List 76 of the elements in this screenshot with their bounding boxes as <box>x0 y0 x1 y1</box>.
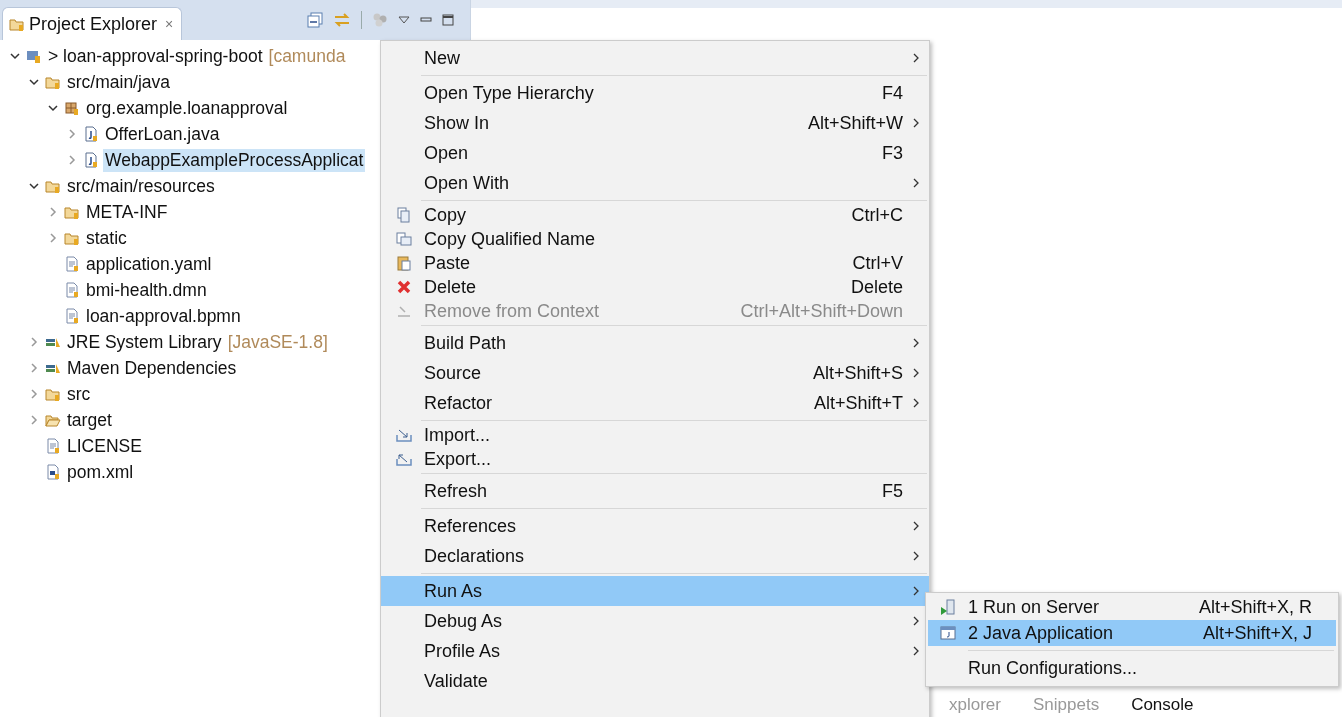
menu-item[interactable]: Show In Alt+Shift+W <box>381 108 929 138</box>
file-icon <box>64 308 80 324</box>
menu-item[interactable]: Delete Delete <box>381 275 929 299</box>
tree-item[interactable]: src/main/java <box>65 70 173 94</box>
link-icon[interactable] <box>333 12 351 28</box>
tree-item[interactable]: loan-approval.bpmn <box>84 304 243 328</box>
menu-item[interactable]: New <box>381 43 929 73</box>
file-icon <box>64 282 80 298</box>
view-title: Project Explorer <box>29 13 158 35</box>
tree-item[interactable]: src/main/resources <box>65 174 217 198</box>
tree-item[interactable]: WebappExampleProcessApplicat <box>103 148 366 172</box>
xml-file-icon <box>45 464 61 480</box>
view-menu-icon[interactable] <box>398 15 410 25</box>
tree-item[interactable]: META-INF <box>84 200 170 224</box>
tree-item[interactable]: > loan-approval-spring-boot <box>46 44 265 68</box>
menu-item[interactable]: Profile As <box>381 636 929 666</box>
folder-icon <box>64 204 80 220</box>
menu-item[interactable]: Validate <box>381 666 929 696</box>
paste-icon <box>395 255 412 271</box>
server-icon <box>940 599 956 615</box>
menu-item[interactable]: Copy Ctrl+C <box>381 203 929 227</box>
menu-item[interactable]: Open F3 <box>381 138 929 168</box>
menu-item[interactable]: Copy Qualified Name <box>381 227 929 251</box>
filter-icon[interactable] <box>372 12 388 28</box>
source-folder-icon <box>45 74 61 90</box>
menu-item[interactable]: Source Alt+Shift+S <box>381 358 929 388</box>
menu-item[interactable]: Build Path <box>381 328 929 358</box>
open-folder-icon <box>45 412 61 428</box>
copy-icon <box>395 207 412 223</box>
tree-item-decoration: [camunda <box>268 45 346 67</box>
menu-item[interactable]: 1 Run on Server Alt+Shift+X, R <box>928 594 1336 620</box>
maximize-icon[interactable] <box>442 14 454 26</box>
menu-item[interactable]: Debug As <box>381 606 929 636</box>
tree-item[interactable]: application.yaml <box>84 252 214 276</box>
folder-icon <box>45 386 61 402</box>
view-tab[interactable]: Project Explorer × <box>2 7 183 40</box>
file-icon <box>64 256 80 272</box>
project-icon <box>26 48 42 64</box>
menu-item[interactable]: Import... <box>381 423 929 447</box>
menu-item[interactable]: References <box>381 511 929 541</box>
java-app-icon <box>940 625 956 641</box>
tree-item[interactable]: Maven Dependencies <box>65 356 239 380</box>
source-folder-icon <box>45 178 61 194</box>
tree-item[interactable]: org.example.loanapproval <box>84 96 290 120</box>
collapse-all-icon[interactable] <box>307 12 323 28</box>
menu-item[interactable]: Export... <box>381 447 929 471</box>
tree-item[interactable]: bmi-health.dmn <box>84 278 209 302</box>
tree-item[interactable]: LICENSE <box>65 434 144 458</box>
tree-item[interactable]: OfferLoan.java <box>103 122 222 146</box>
tree-item[interactable]: JRE System Library <box>65 330 224 354</box>
delete-icon <box>395 279 412 295</box>
tree-item[interactable]: target <box>65 408 114 432</box>
menu-item[interactable]: Refresh F5 <box>381 476 929 506</box>
menu-item[interactable]: Declarations <box>381 541 929 571</box>
close-icon[interactable]: × <box>165 16 174 32</box>
menu-item[interactable]: 2 Java Application Alt+Shift+X, J <box>928 620 1336 646</box>
export-icon <box>395 451 412 467</box>
tree-item[interactable]: src <box>65 382 93 406</box>
tree-item[interactable]: static <box>84 226 129 250</box>
folder-icon <box>64 230 80 246</box>
menu-item[interactable]: Run Configurations... <box>928 655 1336 681</box>
package-icon <box>64 100 80 116</box>
tree-item-decoration: [JavaSE-1.8] <box>227 331 328 353</box>
java-file-icon <box>83 126 99 142</box>
menu-item[interactable]: Refactor Alt+Shift+T <box>381 388 929 418</box>
menu-item[interactable]: Open Type Hierarchy F4 <box>381 78 929 108</box>
menu-item[interactable]: Run As <box>381 576 929 606</box>
import-icon <box>395 427 412 443</box>
tree-item[interactable]: pom.xml <box>65 460 136 484</box>
folder-icon <box>9 16 25 32</box>
menu-item[interactable]: Paste Ctrl+V <box>381 251 929 275</box>
file-icon <box>45 438 61 454</box>
copy-name-icon <box>395 231 412 247</box>
java-file-icon <box>83 152 99 168</box>
remove-icon <box>395 303 412 319</box>
menu-item[interactable]: Open With <box>381 168 929 198</box>
